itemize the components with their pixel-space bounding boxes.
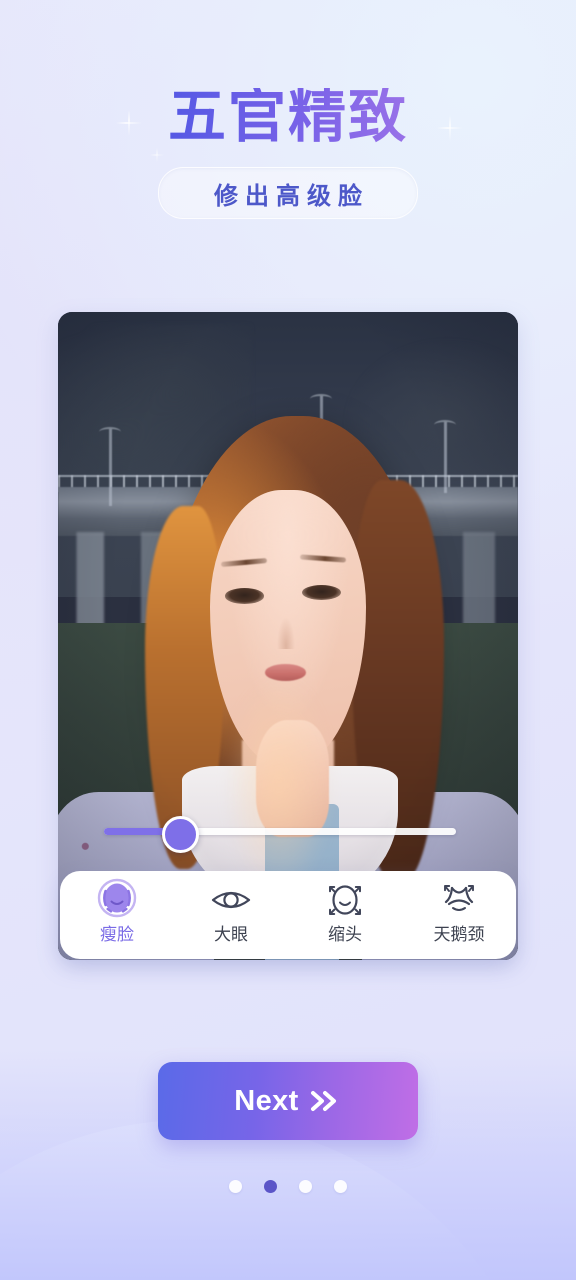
tool-label: 大眼: [214, 925, 248, 944]
tool-swan-neck[interactable]: 天鹅颈: [409, 878, 509, 943]
portrait-photo: [58, 312, 518, 960]
page-title: 五官精致: [0, 88, 576, 146]
double-chevron-right-icon: [308, 1088, 342, 1114]
tool-label: 缩头: [328, 925, 362, 944]
pagination-dot-active[interactable]: [264, 1180, 277, 1193]
photo-vignette: [58, 312, 518, 960]
tool-panel: 瘦脸 大眼 缩头 天鹅颈: [60, 871, 516, 959]
next-button-label: Next: [234, 1084, 299, 1117]
swan-neck-icon: [436, 878, 482, 922]
sparkle-icon: [150, 148, 164, 162]
photo-card[interactable]: [58, 312, 518, 960]
slim-face-icon: [94, 878, 140, 922]
next-button[interactable]: Next: [158, 1062, 418, 1140]
tool-label: 天鹅颈: [433, 925, 485, 944]
pagination-dot[interactable]: [299, 1180, 312, 1193]
pagination-dot[interactable]: [334, 1180, 347, 1193]
tool-label: 瘦脸: [100, 925, 134, 944]
tool-big-eyes[interactable]: 大眼: [181, 878, 281, 943]
subtitle-text: 修出高级脸: [214, 182, 369, 210]
big-eyes-icon: [208, 878, 254, 922]
slider-thumb[interactable]: [162, 816, 199, 853]
pagination-dots: [0, 1180, 576, 1193]
intensity-slider[interactable]: [104, 816, 456, 853]
shrink-head-icon: [322, 878, 368, 922]
tool-shrink-head[interactable]: 缩头: [295, 878, 395, 943]
header: 五官精致 修出高级脸: [0, 0, 576, 240]
subtitle-pill: 修出高级脸: [158, 167, 418, 219]
pagination-dot[interactable]: [229, 1180, 242, 1193]
tool-slim-face[interactable]: 瘦脸: [67, 878, 167, 943]
